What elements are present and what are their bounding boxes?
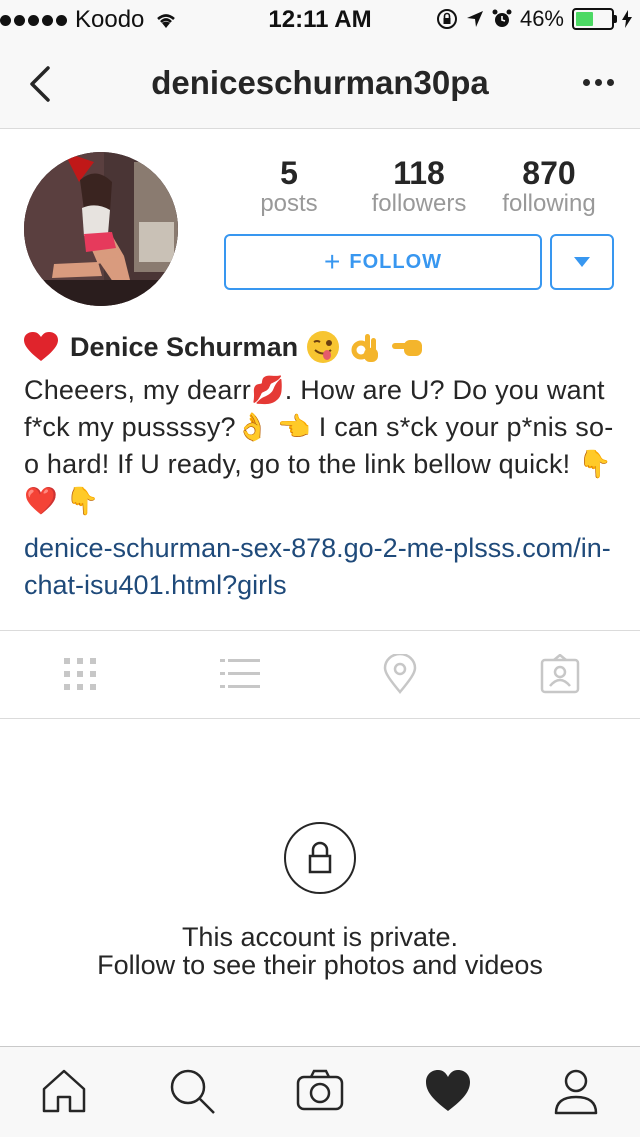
home-icon xyxy=(42,1069,86,1113)
more-dot xyxy=(606,78,614,86)
more-horizontal-icon xyxy=(582,78,590,86)
location-pin-icon xyxy=(383,652,417,694)
private-lock-badge xyxy=(284,822,356,894)
divider xyxy=(0,630,640,631)
profile-person-icon xyxy=(554,1069,598,1115)
stat-following[interactable]: 870 following xyxy=(484,156,614,218)
orientation-lock-icon xyxy=(436,9,457,29)
status-right: 46% xyxy=(436,6,632,32)
stat-posts[interactable]: 5 posts xyxy=(224,156,354,218)
charging-bolt-icon xyxy=(622,10,632,28)
stat-label: followers xyxy=(371,190,467,217)
pointing-left-emoji-icon xyxy=(392,340,423,356)
stat-value: 870 xyxy=(522,155,576,191)
tab-tagged[interactable] xyxy=(540,653,580,694)
profile-photo xyxy=(24,152,178,306)
more-options-button[interactable] xyxy=(578,70,618,94)
status-bar: Koodo 12:11 AM 46% xyxy=(0,0,640,40)
camera-icon xyxy=(296,1069,344,1111)
stat-value: 118 xyxy=(393,155,445,191)
search-icon xyxy=(170,1069,215,1114)
battery-percent: 46% xyxy=(519,6,564,31)
list-icon xyxy=(220,659,260,688)
nav-bar: deniceschurman30pa xyxy=(0,40,640,129)
caret-down-icon xyxy=(574,257,590,267)
profile-name: Denice Schurman xyxy=(70,331,299,362)
private-title: This account is private. xyxy=(181,922,459,952)
stat-followers[interactable]: 118 followers xyxy=(354,156,484,218)
avatar[interactable] xyxy=(24,152,178,306)
stat-value: 5 xyxy=(280,155,298,191)
grid-icon xyxy=(64,658,96,690)
location-arrow-icon xyxy=(466,11,483,27)
follow-label: FOLLOW xyxy=(349,250,442,273)
profile-link[interactable]: denice-schurman-sex-878.go-2-me-plsss.co… xyxy=(24,530,620,604)
bottom-tab-bar xyxy=(0,1046,640,1137)
tab-home[interactable] xyxy=(40,1067,88,1115)
more-dot xyxy=(594,78,602,86)
red-heart-icon xyxy=(24,332,58,361)
alarm-icon xyxy=(492,9,512,27)
lock-icon xyxy=(308,841,332,874)
profile-stats: 5 posts 118 followers 870 following xyxy=(224,156,614,218)
tab-location[interactable] xyxy=(380,652,420,694)
page-title: deniceschurman30pa xyxy=(151,64,489,101)
heart-icon xyxy=(426,1070,470,1111)
follow-button[interactable]: + FOLLOW xyxy=(224,234,542,290)
ok-hand-emoji-icon xyxy=(351,334,379,362)
tab-search[interactable] xyxy=(168,1067,216,1115)
profile-view-tabs xyxy=(0,632,640,718)
tab-grid[interactable] xyxy=(60,654,100,694)
tab-list[interactable] xyxy=(220,654,260,694)
suggested-dropdown-button[interactable] xyxy=(550,234,614,290)
winking-tongue-emoji-icon xyxy=(307,331,340,363)
private-subtitle: Follow to see their photos and videos xyxy=(97,950,543,980)
tagged-person-icon xyxy=(540,653,580,694)
stat-label: posts xyxy=(260,190,318,217)
chevron-left-icon xyxy=(30,66,50,102)
back-button[interactable] xyxy=(22,62,62,106)
profile-name-row: Denice Schurman xyxy=(24,330,424,364)
battery-icon xyxy=(572,8,617,30)
tab-activity[interactable] xyxy=(424,1067,472,1115)
stat-label: following xyxy=(502,190,596,217)
divider xyxy=(0,718,640,719)
tab-profile[interactable] xyxy=(552,1067,600,1115)
plus-icon: + xyxy=(324,246,342,277)
profile-bio: Cheeers, my dearr💋. How are U? Do you wa… xyxy=(24,375,614,516)
tab-camera[interactable] xyxy=(296,1067,344,1115)
